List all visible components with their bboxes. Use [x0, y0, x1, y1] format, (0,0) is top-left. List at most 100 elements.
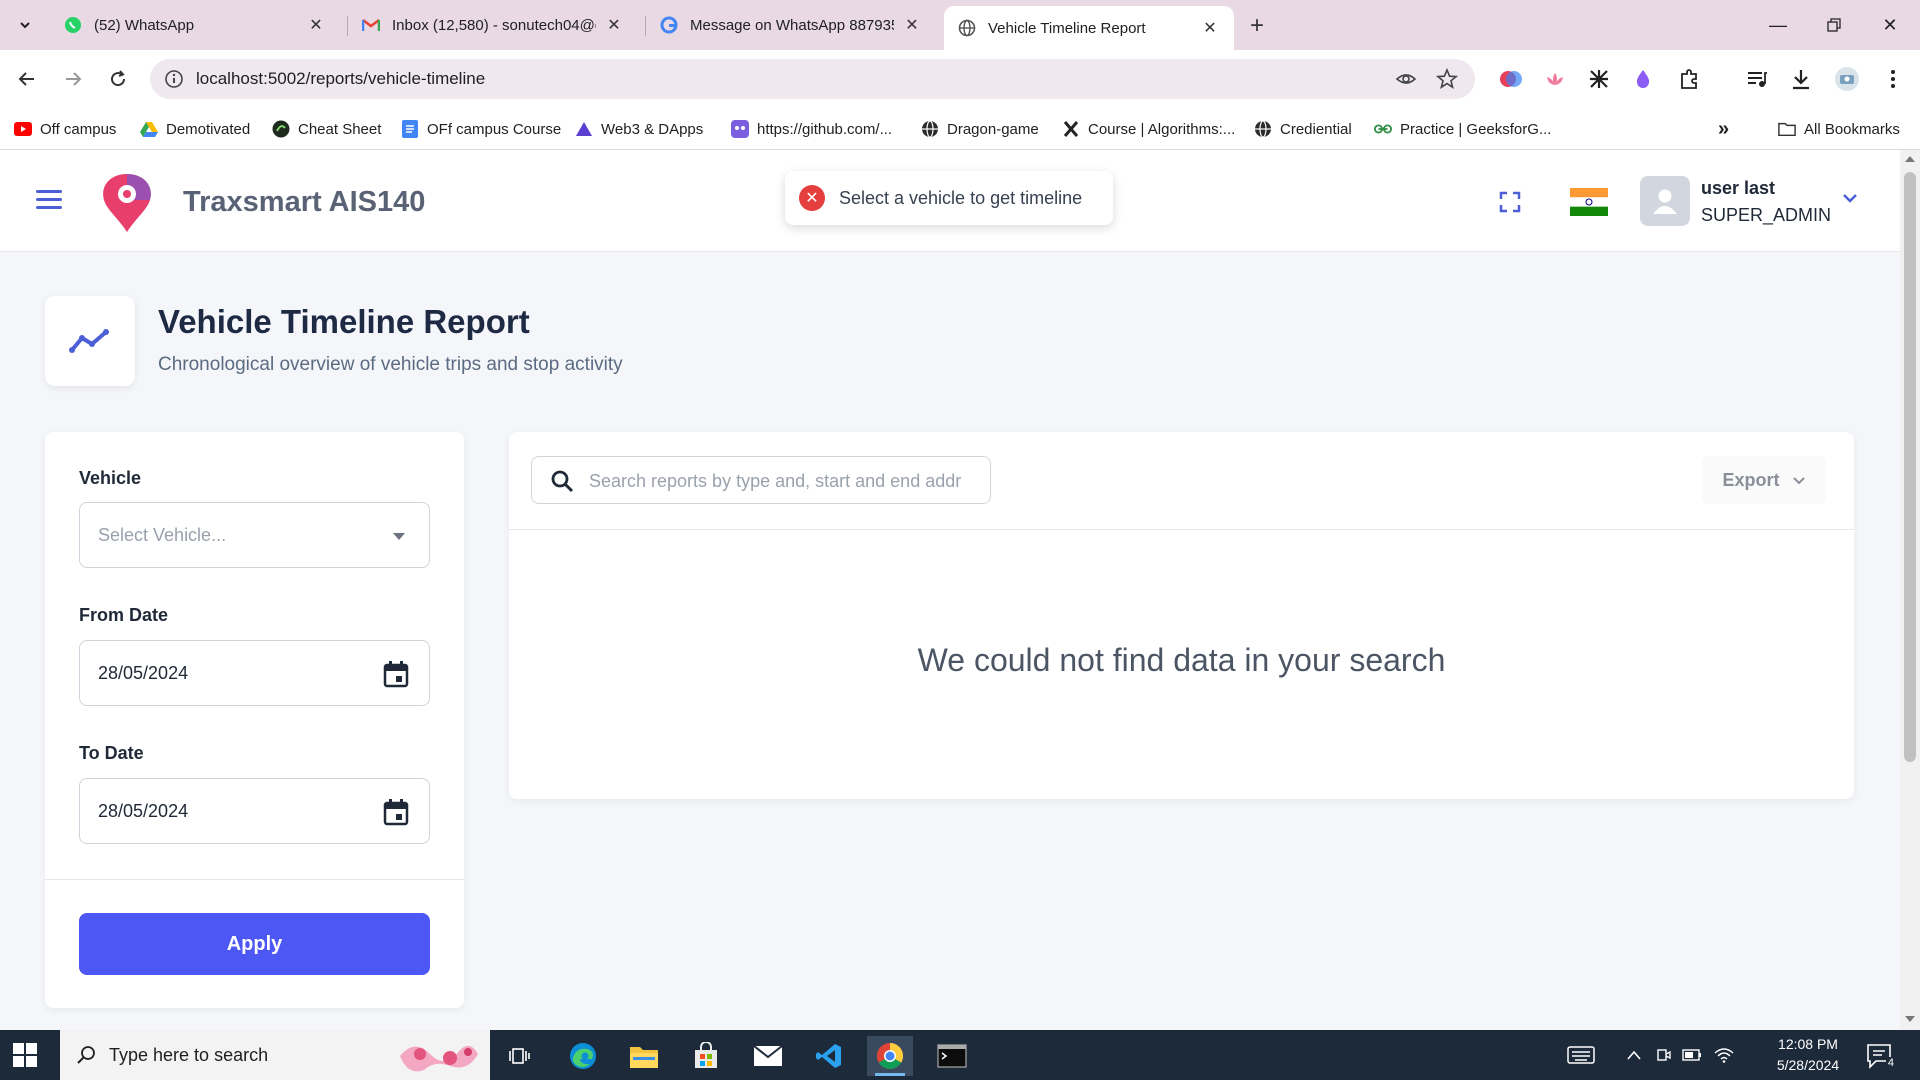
- to-date-input[interactable]: 28/05/2024: [79, 778, 430, 844]
- toast-message: Select a vehicle to get timeline: [839, 187, 1083, 208]
- system-clock[interactable]: 12:08 PM 5/28/2024: [1766, 1034, 1850, 1076]
- vehicle-select[interactable]: Select Vehicle...: [79, 502, 430, 568]
- taskbar-file-explorer[interactable]: [621, 1036, 667, 1076]
- google-icon: [660, 16, 678, 34]
- restore-button[interactable]: [1806, 0, 1862, 50]
- export-button[interactable]: Export: [1702, 456, 1826, 504]
- brand-logo: [94, 170, 160, 236]
- extension-lotus-icon[interactable]: [1542, 66, 1568, 92]
- bookmark-star-icon[interactable]: [1435, 67, 1459, 90]
- tab-search-button[interactable]: [10, 10, 40, 40]
- taskbar-vscode[interactable]: [806, 1036, 852, 1076]
- tab-whatsapp[interactable]: (52) WhatsApp ✕: [50, 6, 340, 44]
- bookmark-off-campus-course[interactable]: OFf campus Course: [401, 118, 561, 140]
- calendar-icon[interactable]: [383, 660, 409, 688]
- close-window-button[interactable]: ✕: [1862, 0, 1918, 50]
- gfg-icon: [1374, 120, 1392, 138]
- close-icon[interactable]: ✕: [902, 15, 922, 35]
- reload-icon: [111, 70, 126, 87]
- windows-taskbar: Type here to search 12:08 PM 5/28/2024 4: [0, 1030, 1920, 1080]
- bookmark-crediential[interactable]: Crediential: [1254, 118, 1352, 140]
- task-view-button[interactable]: [497, 1036, 543, 1076]
- bookmark-web3-dapps[interactable]: Web3 & DApps: [575, 118, 703, 140]
- scroll-thumb[interactable]: [1904, 172, 1916, 762]
- scroll-down-arrow-icon[interactable]: [1905, 1016, 1915, 1022]
- globe-icon: [958, 19, 976, 37]
- from-date-input[interactable]: 28/05/2024: [79, 640, 430, 706]
- fullscreen-icon[interactable]: [1498, 190, 1522, 214]
- wifi-icon[interactable]: [1714, 1045, 1734, 1065]
- menu-toggle-icon[interactable]: [36, 190, 62, 212]
- eye-icon[interactable]: [1395, 68, 1417, 90]
- extension-copilot-icon[interactable]: [1498, 66, 1524, 92]
- chevron-down-icon[interactable]: [1840, 188, 1860, 208]
- taskbar-search-box[interactable]: Type here to search: [60, 1030, 490, 1080]
- vehicle-select-placeholder: Select Vehicle...: [98, 524, 227, 545]
- bookmark-off-campus[interactable]: Off campus: [14, 118, 116, 140]
- store-icon: [695, 1042, 717, 1068]
- filter-panel: Vehicle Select Vehicle... From Date 28/0…: [45, 432, 464, 1008]
- globe-icon: [1254, 120, 1272, 138]
- tab-gmail[interactable]: Inbox (12,580) - sonutech04@g ✕: [348, 6, 638, 44]
- search-icon: [550, 469, 574, 493]
- bookmark-demotivated[interactable]: Demotivated: [140, 118, 250, 140]
- taskbar-mail[interactable]: [745, 1036, 791, 1076]
- tab-title: Message on WhatsApp 887935: [690, 16, 894, 34]
- apply-button[interactable]: Apply: [79, 913, 430, 975]
- bookmark-github[interactable]: https://github.com/...: [731, 118, 892, 140]
- battery-icon[interactable]: [1682, 1045, 1702, 1065]
- tab-google-message[interactable]: Message on WhatsApp 887935 ✕: [646, 6, 936, 44]
- error-toast: ✕ Select a vehicle to get timeline: [785, 171, 1113, 225]
- keyboard-icon[interactable]: [1566, 1045, 1596, 1065]
- results-divider: [509, 529, 1854, 530]
- bookmark-cheat-sheet[interactable]: Cheat Sheet: [272, 118, 381, 140]
- clock-date: 5/28/2024: [1776, 1057, 1840, 1073]
- profile-avatar-icon[interactable]: [1834, 66, 1860, 92]
- download-icon[interactable]: [1788, 66, 1814, 92]
- docs-icon: [401, 120, 419, 138]
- all-bookmarks-button[interactable]: All Bookmarks: [1778, 118, 1900, 140]
- report-search-input[interactable]: Search reports by type and, start and en…: [531, 456, 991, 504]
- back-button[interactable]: [11, 63, 43, 95]
- taskbar-chrome[interactable]: [867, 1036, 913, 1076]
- user-avatar[interactable]: [1640, 176, 1690, 226]
- tab-vehicle-timeline[interactable]: Vehicle Timeline Report ✕: [944, 6, 1234, 50]
- windows-logo-icon: [13, 1043, 37, 1067]
- india-flag-icon[interactable]: [1570, 188, 1608, 216]
- more-bookmarks-button[interactable]: »: [1718, 118, 1729, 140]
- minimize-button[interactable]: —: [1750, 0, 1806, 50]
- taskbar-edge[interactable]: [560, 1036, 606, 1076]
- extensions-puzzle-icon[interactable]: [1676, 66, 1702, 92]
- notification-center-icon[interactable]: 4: [1866, 1043, 1896, 1069]
- forward-button[interactable]: [57, 63, 89, 95]
- vehicle-label: Vehicle: [79, 468, 142, 488]
- reload-button[interactable]: [102, 63, 134, 95]
- bookmark-dragon-game[interactable]: Dragon-game: [921, 118, 1039, 140]
- tab-title: (52) WhatsApp: [94, 16, 195, 34]
- site-info-icon[interactable]: [164, 69, 184, 89]
- calendar-icon[interactable]: [383, 798, 409, 826]
- bookmark-course-algorithms[interactable]: Course | Algorithms:...: [1062, 118, 1235, 140]
- scroll-up-arrow-icon[interactable]: [1905, 156, 1915, 162]
- close-icon[interactable]: ✕: [1200, 18, 1220, 38]
- drive-icon: [140, 120, 158, 138]
- trend-line-icon: [69, 329, 109, 353]
- extension-tool-icon[interactable]: [1586, 66, 1612, 92]
- windows-start-button[interactable]: [12, 1042, 38, 1068]
- chrome-menu-icon[interactable]: [1880, 66, 1906, 92]
- meet-now-icon[interactable]: [1654, 1045, 1674, 1065]
- extension-drop-icon[interactable]: [1630, 66, 1656, 92]
- page-scrollbar[interactable]: [1900, 150, 1920, 1030]
- chevron-up-icon[interactable]: [1624, 1045, 1644, 1065]
- media-queue-icon[interactable]: [1744, 66, 1770, 92]
- close-icon[interactable]: ✕: [604, 15, 624, 35]
- volume-icon[interactable]: [1744, 1045, 1764, 1065]
- close-icon[interactable]: ✕: [306, 15, 326, 35]
- bookmark-geeksforgeeks[interactable]: Practice | GeeksforG...: [1374, 118, 1551, 140]
- new-tab-button[interactable]: +: [1243, 12, 1271, 40]
- taskbar-store[interactable]: [683, 1036, 729, 1076]
- triangle-icon: [575, 120, 593, 138]
- address-bar[interactable]: localhost:5002/reports/vehicle-timeline: [150, 59, 1475, 99]
- taskbar-terminal[interactable]: [929, 1036, 975, 1076]
- brand-name: Traxsmart AIS140: [183, 186, 426, 218]
